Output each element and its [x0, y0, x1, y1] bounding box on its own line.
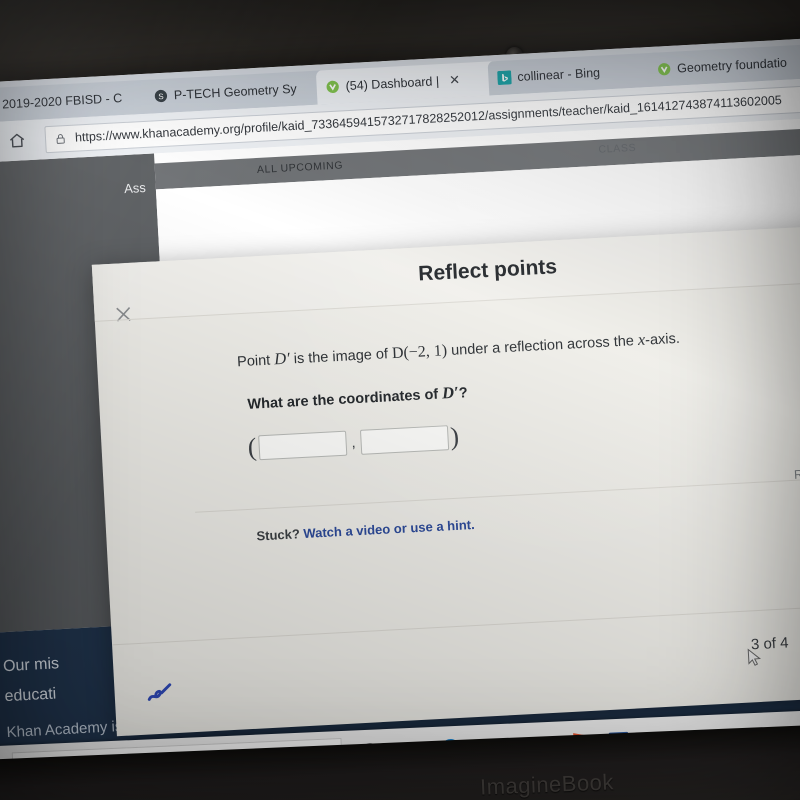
modal-footer-divider	[112, 602, 800, 646]
footer-mission-line-1: Our mis	[2, 655, 60, 676]
browser-tab-label: collinear - Bing	[517, 65, 601, 85]
footer-mission-line-2: educati	[4, 685, 57, 706]
browser-tab-label: P-TECH Geometry Sy	[173, 81, 298, 103]
question-var-d-prime: D′	[273, 348, 291, 369]
modal-hint-divider	[195, 474, 800, 513]
question-statement: Point D′ is the image of D(−2, 1) under …	[237, 328, 681, 372]
stuck-label: Stuck?	[256, 526, 301, 544]
laptop-screen: 2019-2020 FBISD - C S P-TECH Geometry Sy…	[0, 36, 800, 756]
prompt-var-d-prime: D′	[441, 382, 460, 403]
stuck-row: Stuck? Watch a video or use a hint.	[256, 517, 475, 544]
close-paren: )	[449, 421, 460, 452]
lock-icon	[56, 133, 65, 144]
question-suffix: under a reflection across the	[446, 332, 639, 360]
class-column-header: CLASS	[598, 141, 637, 156]
svg-text:S: S	[158, 92, 164, 101]
coordinate-comma: ,	[350, 433, 356, 451]
bing-icon	[497, 70, 512, 85]
browser-tab-label: Geometry foundatio	[676, 55, 788, 76]
sidebar-item-assignments[interactable]: Ass	[0, 179, 156, 204]
khan-academy-icon	[326, 80, 339, 93]
pencil-scribble-icon[interactable]	[144, 679, 179, 707]
mouse-cursor-icon	[747, 648, 762, 666]
khan-academy-page: Ass P-TE Ass MY Cou MY Pro Pro Tea ALL U…	[0, 116, 800, 756]
question-mid: is the image of	[289, 346, 393, 368]
laptop-brand-label: ImagineBook	[479, 769, 615, 800]
prompt-text: What are the coordinates of	[247, 386, 443, 413]
close-icon[interactable]	[112, 303, 135, 326]
all-upcoming-label: ALL UPCOMING	[256, 159, 344, 176]
prompt-question-mark: ?	[458, 385, 469, 402]
browser-tab-label: 2019-2020 FBISD - C	[1, 91, 123, 112]
hint-link[interactable]: Watch a video or use a hint.	[303, 517, 475, 541]
exercise-modal: Reflect points Point D′ is the image of …	[91, 222, 800, 737]
question-prompt: What are the coordinates of D′?	[247, 382, 468, 414]
laptop-photo: 2019-2020 FBISD - C S P-TECH Geometry Sy…	[0, 0, 800, 800]
question-prefix: Point	[236, 352, 275, 371]
question-axis-suffix: -axis.	[644, 330, 681, 349]
x-coordinate-input[interactable]	[257, 430, 347, 460]
browser-tab-label: (54) Dashboard |	[345, 74, 440, 94]
answer-row: ( , )	[246, 421, 460, 462]
skype-icon: S	[154, 89, 168, 103]
home-icon[interactable]	[7, 130, 28, 151]
khan-academy-icon	[658, 63, 671, 76]
y-coordinate-input[interactable]	[359, 424, 450, 455]
question-point-d: D(−2, 1)	[391, 342, 448, 363]
open-paren: (	[246, 432, 258, 462]
tab-close-icon[interactable]: ✕	[449, 72, 461, 89]
